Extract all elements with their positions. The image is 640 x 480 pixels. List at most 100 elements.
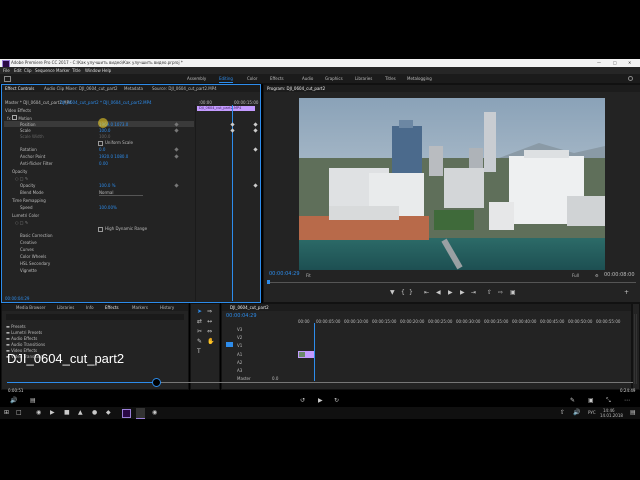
player-crop-icon[interactable]: ▣ xyxy=(588,398,594,404)
hand-tool-icon[interactable]: ✋ xyxy=(207,339,214,345)
rolling-edit-tool-icon[interactable]: ↔ xyxy=(207,319,212,325)
taskbar-premiere-active-icon[interactable] xyxy=(136,408,145,419)
workspace-audio[interactable]: Audio xyxy=(302,76,313,81)
menu-title[interactable]: Title xyxy=(72,68,81,73)
lift-icon[interactable]: ⇧ xyxy=(487,290,492,296)
fx-color-wheels[interactable]: Color Wheels xyxy=(20,254,46,259)
tray-date[interactable]: 14.01.2018 xyxy=(600,413,623,418)
tray-language[interactable]: РУС xyxy=(588,410,596,415)
lumetri-mask-tools-icon[interactable]: ○ □ ✎ xyxy=(15,220,28,225)
menu-window[interactable]: Window xyxy=(85,68,101,73)
keyframe-marker-icon[interactable] xyxy=(230,122,235,127)
menu-file[interactable]: File xyxy=(3,68,10,73)
fx-hsl-secondary[interactable]: HSL Secondary xyxy=(20,261,50,266)
player-rewind-icon[interactable]: ↺ xyxy=(300,398,305,404)
tab-libraries[interactable]: Libraries xyxy=(57,305,74,310)
fx-creative[interactable]: Creative xyxy=(20,240,37,245)
player-seek-handle[interactable] xyxy=(152,378,161,387)
workspace-graphics[interactable]: Graphics xyxy=(325,76,343,81)
timeline-ruler[interactable]: 00:00 00:00:05:00 00:00:10:00 00:00:15:0… xyxy=(298,319,628,325)
slip-tool-icon[interactable]: ⇔ xyxy=(207,329,212,335)
windows-start-icon[interactable]: ⊞ xyxy=(4,410,9,416)
quality-select[interactable]: Full xyxy=(572,273,579,278)
timeline-timecode[interactable]: 00:00:04:29 xyxy=(226,313,257,319)
master-volume-value[interactable]: 0.0 xyxy=(272,376,278,381)
add-button-icon[interactable]: + xyxy=(624,290,629,296)
menu-help[interactable]: Help xyxy=(102,68,111,73)
uniform-scale-checkbox[interactable] xyxy=(98,141,103,146)
fx-anchor-value[interactable]: 1920.0 1080.0 xyxy=(99,154,128,159)
sequence-clip-label[interactable]: DJI_0604_cut_part2 * DJI_0604_cut_part2.… xyxy=(60,100,152,105)
selection-tool-icon[interactable]: ➤ xyxy=(197,309,202,315)
fx-lumetri-heading[interactable]: Lumetri Color xyxy=(12,213,39,218)
fx-opacity-value[interactable]: 100.0 % xyxy=(99,183,116,188)
effects-folder-presets[interactable]: ▬ Presets xyxy=(6,324,26,329)
track-header-v3[interactable]: V3 xyxy=(237,327,242,332)
export-frame-icon[interactable]: ▣ xyxy=(510,290,516,296)
ripple-edit-tool-icon[interactable]: ⇄ xyxy=(197,319,202,325)
workspace-libraries[interactable]: Libraries xyxy=(355,76,372,81)
fx-rotation-value[interactable]: 0.0 xyxy=(99,147,105,152)
workspace-metalogging[interactable]: Metalogging xyxy=(407,76,432,81)
workspace-titles[interactable]: Titles xyxy=(385,76,396,81)
opacity-keyframe-icon[interactable] xyxy=(174,183,179,188)
step-forward-icon[interactable]: ▶ xyxy=(460,290,465,296)
fit-select[interactable]: Fit xyxy=(306,273,311,278)
mark-out-icon[interactable]: } xyxy=(409,290,413,296)
player-play-icon[interactable]: ▶ xyxy=(318,398,323,404)
pen-tool-icon[interactable]: ✎ xyxy=(197,339,202,345)
keyframe-marker-icon[interactable] xyxy=(230,128,235,133)
taskbar-app-icon[interactable]: ◉ xyxy=(152,410,157,416)
home-icon[interactable] xyxy=(4,76,11,82)
mark-in-icon[interactable]: { xyxy=(401,290,405,296)
menu-edit[interactable]: Edit xyxy=(14,68,22,73)
maximize-icon[interactable]: □ xyxy=(613,60,617,65)
player-forward-icon[interactable]: ↻ xyxy=(334,398,339,404)
step-back-icon[interactable]: ◀ xyxy=(436,290,441,296)
hdr-checkbox[interactable] xyxy=(98,227,103,232)
tab-media-browser[interactable]: Media Browser xyxy=(16,305,46,310)
fx-antiflicker-value[interactable]: 0.00 xyxy=(99,161,108,166)
minimize-icon[interactable]: — xyxy=(597,60,601,65)
fx-basic-correction[interactable]: Basic Correction xyxy=(20,233,53,238)
fx-time-remapping-heading[interactable]: Time Remapping xyxy=(12,198,46,203)
tab-source[interactable]: Source: DJI_0604_cut_part2.MP4 xyxy=(152,86,217,91)
effects-folder-audio-effects[interactable]: ▬ Audio Effects xyxy=(6,336,37,341)
track-header-v2[interactable]: V2 xyxy=(237,335,242,340)
menu-clip[interactable]: Clip xyxy=(24,68,32,73)
workspace-effects[interactable]: Effects xyxy=(270,76,284,81)
player-more-icon[interactable]: ⋯ xyxy=(624,398,630,404)
fx-opacity-heading[interactable]: Opacity xyxy=(12,169,27,174)
go-to-in-icon[interactable]: ⇤ xyxy=(424,290,429,296)
track-header-a3[interactable]: A3 xyxy=(237,368,242,373)
scale-keyframe-icon[interactable] xyxy=(174,128,179,133)
menu-sequence[interactable]: Sequence xyxy=(35,68,55,73)
player-edit-icon[interactable]: ✎ xyxy=(570,398,575,404)
tab-info[interactable]: Info xyxy=(86,305,94,310)
timeline-playhead[interactable] xyxy=(314,323,315,381)
taskbar-app-icon[interactable]: ◉ xyxy=(36,410,41,416)
taskbar-premiere-icon[interactable] xyxy=(122,409,131,418)
player-subtitles-icon[interactable]: ▤ xyxy=(30,398,36,404)
menu-marker[interactable]: Marker xyxy=(56,68,70,73)
tab-sequence[interactable]: DJI_0604_cut_part2 xyxy=(230,305,269,310)
tab-markers[interactable]: Markers xyxy=(132,305,148,310)
track-select-tool-icon[interactable]: ⇒ xyxy=(207,309,212,315)
track-header-v1[interactable]: V1 xyxy=(237,343,242,348)
keyframe-marker-icon[interactable] xyxy=(253,128,258,133)
effects-folder-lumetri[interactable]: ▬ Lumetri Presets xyxy=(6,330,42,335)
play-icon[interactable]: ▶ xyxy=(448,290,453,296)
add-marker-icon[interactable]: ▼ xyxy=(390,290,395,296)
opacity-mask-tools-icon[interactable]: ○ □ ✎ xyxy=(15,176,28,181)
workspace-editing[interactable]: Editing xyxy=(219,76,233,81)
fx-speed-value[interactable]: 100.00% xyxy=(99,205,117,210)
extract-icon[interactable]: ⇨ xyxy=(498,290,503,296)
taskbar-app-icon[interactable]: ▶ xyxy=(50,410,55,416)
workspace-color[interactable]: Color xyxy=(247,76,257,81)
search-icon[interactable] xyxy=(628,76,633,81)
tab-metadata[interactable]: Metadata xyxy=(124,86,143,91)
type-tool-icon[interactable]: T xyxy=(197,349,201,355)
program-timecode[interactable]: 00:00:04:29 xyxy=(269,272,300,277)
keyframe-marker-icon[interactable] xyxy=(253,183,258,188)
go-to-out-icon[interactable]: ⇥ xyxy=(471,290,476,296)
